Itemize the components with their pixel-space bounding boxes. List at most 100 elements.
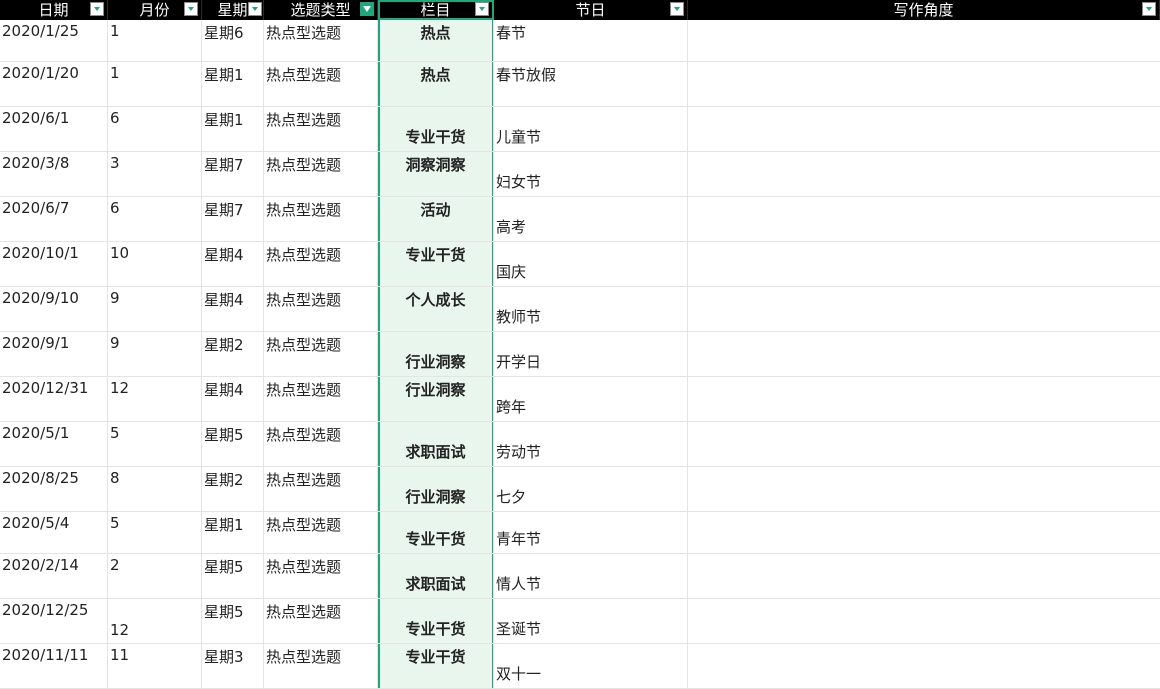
cell-angle[interactable]	[688, 242, 1160, 286]
cell-angle[interactable]	[688, 332, 1160, 376]
cell-month[interactable]: 2	[108, 554, 202, 598]
cell-festival[interactable]: 情人节	[494, 554, 688, 598]
filter-dropdown-icon[interactable]	[248, 2, 262, 16]
cell-month[interactable]: 1	[108, 62, 202, 106]
header-week[interactable]: 星期	[202, 0, 264, 20]
cell-week[interactable]: 星期4	[202, 287, 264, 331]
cell-week[interactable]: 星期5	[202, 554, 264, 598]
cell-type[interactable]: 热点型选题	[264, 422, 378, 466]
cell-column[interactable]: 活动	[378, 197, 494, 241]
cell-festival[interactable]: 跨年	[494, 377, 688, 421]
filter-dropdown-icon[interactable]	[90, 2, 104, 16]
cell-month[interactable]: 3	[108, 152, 202, 196]
cell-festival[interactable]: 开学日	[494, 332, 688, 376]
cell-angle[interactable]	[688, 287, 1160, 331]
cell-angle[interactable]	[688, 467, 1160, 511]
cell-column[interactable]: 专业干货	[378, 242, 494, 286]
cell-angle[interactable]	[688, 197, 1160, 241]
cell-date[interactable]: 2020/6/1	[0, 107, 108, 151]
cell-column[interactable]: 专业干货	[378, 512, 494, 553]
cell-date[interactable]: 2020/1/25	[0, 20, 108, 61]
cell-column[interactable]: 求职面试	[378, 422, 494, 466]
cell-festival[interactable]: 春节放假	[494, 62, 688, 106]
filter-active-icon[interactable]	[360, 2, 374, 16]
cell-week[interactable]: 星期1	[202, 512, 264, 553]
cell-month[interactable]: 9	[108, 332, 202, 376]
cell-angle[interactable]	[688, 152, 1160, 196]
cell-week[interactable]: 星期1	[202, 107, 264, 151]
filter-dropdown-icon[interactable]	[1142, 2, 1156, 16]
cell-festival[interactable]: 儿童节	[494, 107, 688, 151]
cell-angle[interactable]	[688, 512, 1160, 553]
cell-column[interactable]: 专业干货	[378, 599, 494, 643]
cell-festival[interactable]: 高考	[494, 197, 688, 241]
cell-type[interactable]: 热点型选题	[264, 242, 378, 286]
cell-type[interactable]: 热点型选题	[264, 197, 378, 241]
cell-week[interactable]: 星期5	[202, 599, 264, 643]
cell-week[interactable]: 星期6	[202, 20, 264, 61]
cell-date[interactable]: 2020/1/20	[0, 62, 108, 106]
cell-week[interactable]: 星期1	[202, 62, 264, 106]
cell-week[interactable]: 星期4	[202, 377, 264, 421]
cell-angle[interactable]	[688, 422, 1160, 466]
cell-angle[interactable]	[688, 62, 1160, 106]
cell-week[interactable]: 星期3	[202, 644, 264, 688]
cell-festival[interactable]: 双十一	[494, 644, 688, 688]
cell-festival[interactable]: 圣诞节	[494, 599, 688, 643]
cell-month[interactable]: 6	[108, 197, 202, 241]
cell-date[interactable]: 2020/11/11	[0, 644, 108, 688]
cell-date[interactable]: 2020/5/4	[0, 512, 108, 553]
cell-column[interactable]: 专业干货	[378, 107, 494, 151]
cell-angle[interactable]	[688, 377, 1160, 421]
cell-type[interactable]: 热点型选题	[264, 20, 378, 61]
cell-festival[interactable]: 春节	[494, 20, 688, 61]
cell-type[interactable]: 热点型选题	[264, 287, 378, 331]
cell-month[interactable]: 5	[108, 422, 202, 466]
cell-month[interactable]: 6	[108, 107, 202, 151]
cell-month[interactable]: 8	[108, 467, 202, 511]
cell-column[interactable]: 求职面试	[378, 554, 494, 598]
cell-month[interactable]: 5	[108, 512, 202, 553]
cell-date[interactable]: 2020/9/1	[0, 332, 108, 376]
cell-week[interactable]: 星期7	[202, 197, 264, 241]
cell-angle[interactable]	[688, 20, 1160, 61]
cell-column[interactable]: 热点	[378, 20, 494, 61]
cell-angle[interactable]	[688, 107, 1160, 151]
cell-date[interactable]: 2020/6/7	[0, 197, 108, 241]
cell-type[interactable]: 热点型选题	[264, 332, 378, 376]
cell-column[interactable]: 洞察洞察	[378, 152, 494, 196]
cell-month[interactable]: 11	[108, 644, 202, 688]
cell-column[interactable]: 热点	[378, 62, 494, 106]
header-month[interactable]: 月份	[108, 0, 202, 20]
header-date[interactable]: 日期	[0, 0, 108, 20]
cell-festival[interactable]: 青年节	[494, 512, 688, 553]
cell-festival[interactable]: 妇女节	[494, 152, 688, 196]
cell-type[interactable]: 热点型选题	[264, 377, 378, 421]
filter-dropdown-icon[interactable]	[670, 2, 684, 16]
cell-date[interactable]: 2020/8/25	[0, 467, 108, 511]
cell-festival[interactable]: 七夕	[494, 467, 688, 511]
cell-type[interactable]: 热点型选题	[264, 152, 378, 196]
cell-date[interactable]: 2020/12/31	[0, 377, 108, 421]
cell-date[interactable]: 2020/2/14	[0, 554, 108, 598]
header-festival[interactable]: 节日	[494, 0, 688, 20]
header-type[interactable]: 选题类型	[264, 0, 378, 20]
cell-date[interactable]: 2020/12/25	[0, 599, 108, 643]
cell-week[interactable]: 星期5	[202, 422, 264, 466]
cell-angle[interactable]	[688, 554, 1160, 598]
cell-angle[interactable]	[688, 644, 1160, 688]
cell-festival[interactable]: 国庆	[494, 242, 688, 286]
cell-type[interactable]: 热点型选题	[264, 644, 378, 688]
cell-date[interactable]: 2020/10/1	[0, 242, 108, 286]
cell-type[interactable]: 热点型选题	[264, 62, 378, 106]
cell-week[interactable]: 星期4	[202, 242, 264, 286]
cell-festival[interactable]: 劳动节	[494, 422, 688, 466]
cell-month[interactable]: 9	[108, 287, 202, 331]
cell-week[interactable]: 星期7	[202, 152, 264, 196]
cell-week[interactable]: 星期2	[202, 332, 264, 376]
cell-type[interactable]: 热点型选题	[264, 467, 378, 511]
cell-type[interactable]: 热点型选题	[264, 599, 378, 643]
cell-type[interactable]: 热点型选题	[264, 512, 378, 553]
filter-dropdown-icon[interactable]	[475, 2, 489, 16]
cell-month[interactable]: 12	[108, 377, 202, 421]
